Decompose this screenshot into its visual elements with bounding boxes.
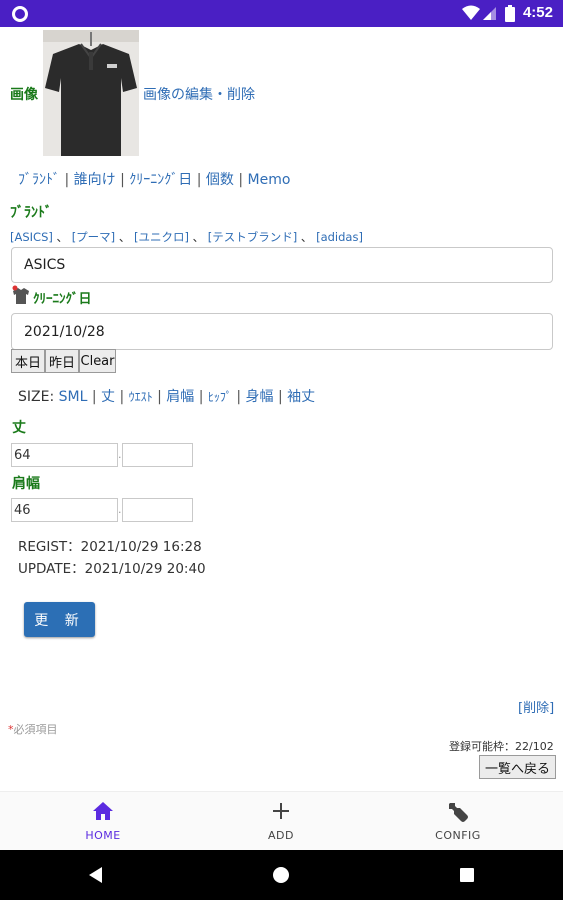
today-button[interactable]: 本日 xyxy=(11,349,45,373)
cleaning-date-input[interactable]: 2021/10/28 xyxy=(11,313,553,350)
section-tabs: ﾌﾞﾗﾝﾄﾞ | 誰向け | ｸﾘｰﾆﾝｸﾞ日 | 個数 | Memo xyxy=(18,172,291,188)
battery-icon xyxy=(505,5,515,22)
status-circle-icon xyxy=(12,6,28,22)
nav-home[interactable]: HOME xyxy=(43,792,163,851)
bottom-navigation: HOME ADD CONFIG xyxy=(0,791,563,851)
recents-icon[interactable] xyxy=(460,868,474,882)
length-label: 丈 xyxy=(12,420,26,436)
shoulder-label: 肩幅 xyxy=(12,476,40,492)
status-bar: 4:52 xyxy=(0,0,563,27)
size-link-length[interactable]: 丈 xyxy=(101,389,115,405)
brand-suggestions: [ASICS] 、 [プーマ] 、 [ユニクロ] 、 [テストブランド] 、 [… xyxy=(10,230,363,244)
size-links: SIZE: SML | 丈 | ｳｴｽﾄ | 肩幅 | ﾋｯﾌﾟ | 身幅 | … xyxy=(18,389,316,405)
image-label: 画像 xyxy=(10,87,38,103)
nav-add[interactable]: ADD xyxy=(221,792,341,851)
required-note: *必須項目 xyxy=(8,721,58,737)
nav-add-label: ADD xyxy=(268,829,294,842)
shoulder-input[interactable]: 46 xyxy=(11,498,118,522)
tab-count[interactable]: 個数 xyxy=(206,172,234,188)
tab-brand[interactable]: ﾌﾞﾗﾝﾄﾞ xyxy=(18,172,60,188)
tab-memo[interactable]: Memo xyxy=(248,172,291,188)
back-icon[interactable] xyxy=(88,867,104,883)
tab-cleaning[interactable]: ｸﾘｰﾆﾝｸﾞ日 xyxy=(129,172,192,188)
clock: 4:52 xyxy=(522,4,553,21)
update-timestamp: UPDATE：2021/10/29 20:40 xyxy=(18,561,206,577)
size-link-sml[interactable]: SML xyxy=(59,389,88,405)
nav-config-label: CONFIG xyxy=(435,829,481,842)
signal-icon xyxy=(483,7,496,20)
size-link-waist[interactable]: ｳｴｽﾄ xyxy=(129,390,153,404)
brand-suggestion[interactable]: [ユニクロ] xyxy=(134,230,189,244)
clear-button[interactable]: Clear xyxy=(79,349,116,373)
brand-suggestion[interactable]: [テストブランド] xyxy=(208,230,297,244)
brand-input[interactable]: ASICS xyxy=(11,247,553,283)
update-button[interactable]: 更 新 xyxy=(24,602,95,637)
plus-icon xyxy=(273,803,289,819)
tab-target[interactable]: 誰向け xyxy=(74,172,116,188)
brand-suggestion[interactable]: [adidas] xyxy=(316,230,363,244)
delete-link[interactable]: [削除] xyxy=(518,697,554,716)
shoulder-decimal-input[interactable] xyxy=(122,498,193,522)
size-link-width[interactable]: 身幅 xyxy=(246,389,274,405)
wrench-icon xyxy=(449,803,468,822)
size-link-shoulder[interactable]: 肩幅 xyxy=(166,389,194,405)
item-photo[interactable] xyxy=(43,30,139,156)
size-link-hip[interactable]: ﾋｯﾌﾟ xyxy=(208,390,232,404)
home-circle-icon[interactable] xyxy=(273,867,289,883)
nav-home-label: HOME xyxy=(85,829,121,842)
brand-label: ﾌﾞﾗﾝﾄﾞ xyxy=(10,205,52,221)
size-prefix: SIZE: xyxy=(18,389,55,405)
decimal-dot: . xyxy=(118,503,122,516)
size-link-sleeve[interactable]: 袖丈 xyxy=(287,389,315,405)
main-content: 画像 画像の編集・削除 ﾌﾞﾗﾝﾄﾞ | 誰向け | ｸﾘｰﾆﾝｸﾞ日 | 個数… xyxy=(0,27,563,791)
nav-config[interactable]: CONFIG xyxy=(398,792,518,851)
system-navigation-bar xyxy=(0,850,563,900)
cleaning-label: ｸﾘｰﾆﾝｸﾞ日 xyxy=(33,292,92,307)
brand-suggestion[interactable]: [プーマ] xyxy=(72,230,115,244)
length-input[interactable]: 64 xyxy=(11,443,118,467)
shirt-icon xyxy=(12,285,29,304)
back-to-list-button[interactable]: 一覧へ戻る xyxy=(479,755,556,779)
yesterday-button[interactable]: 昨日 xyxy=(45,349,79,373)
decimal-dot: . xyxy=(118,448,122,461)
brand-suggestion[interactable]: [ASICS] xyxy=(10,230,53,244)
length-decimal-input[interactable] xyxy=(122,443,193,467)
wifi-icon xyxy=(462,5,480,20)
capacity-text: 登録可能枠：22/102 xyxy=(449,740,554,753)
required-text: 必須項目 xyxy=(13,723,58,736)
home-icon xyxy=(93,802,113,820)
regist-timestamp: REGIST：2021/10/29 16:28 xyxy=(18,539,202,555)
image-edit-link[interactable]: 画像の編集・削除 xyxy=(143,84,255,104)
